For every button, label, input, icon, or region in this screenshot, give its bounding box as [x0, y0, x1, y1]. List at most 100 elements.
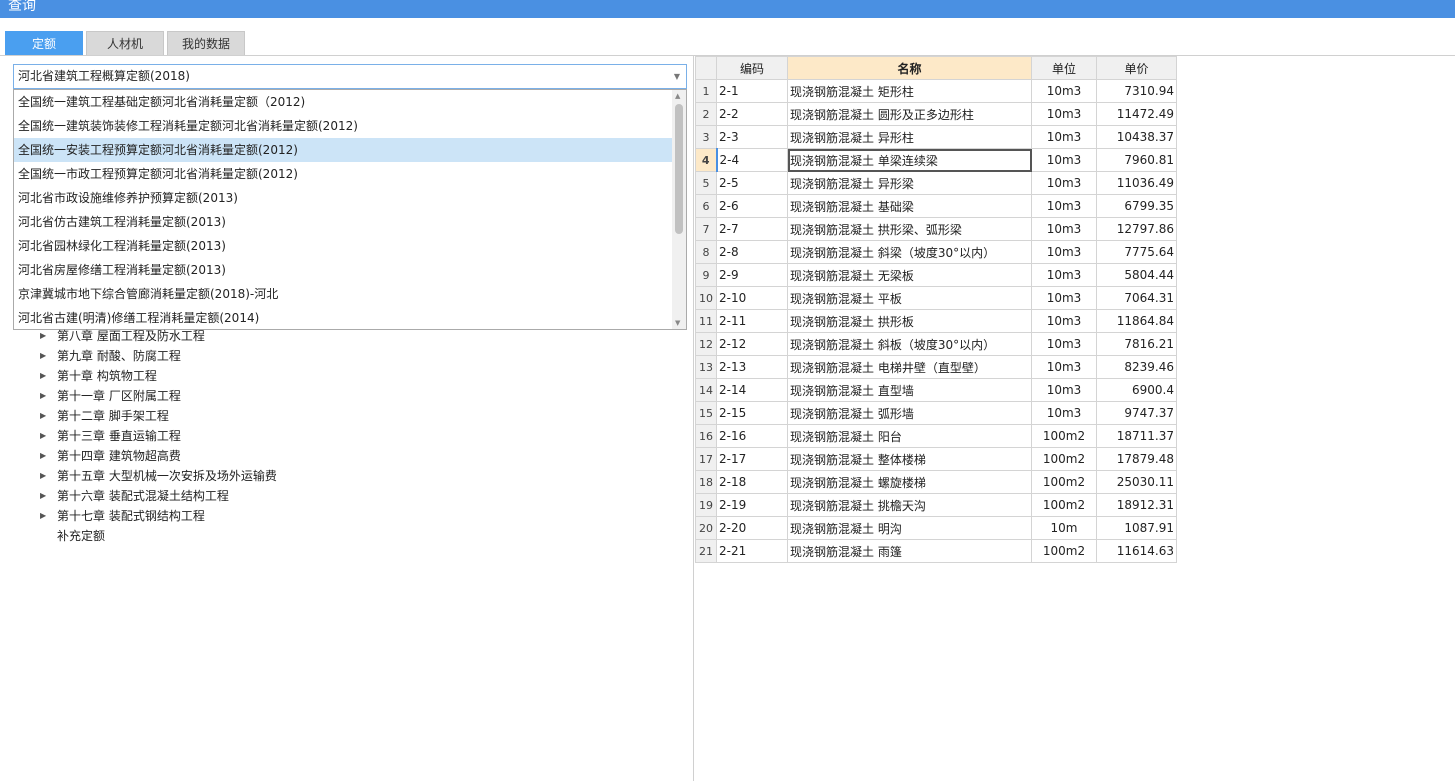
tree-item[interactable]: ▶补充定额 [38, 526, 277, 546]
dropdown-option[interactable]: 全国统一市政工程预算定额河北省消耗量定额(2012) [14, 162, 672, 186]
row-number[interactable]: 18 [695, 470, 717, 494]
cell-code[interactable]: 2-2 [716, 102, 788, 126]
cell-price[interactable]: 7816.21 [1096, 332, 1177, 356]
dropdown-option[interactable]: 河北省园林绿化工程消耗量定额(2013) [14, 234, 672, 258]
row-number[interactable]: 1 [695, 79, 717, 103]
row-number[interactable]: 3 [695, 125, 717, 149]
cell-code[interactable]: 2-14 [716, 378, 788, 402]
cell-price[interactable]: 7064.31 [1096, 286, 1177, 310]
cell-name[interactable]: 现浇钢筋混凝土 直型墙 [787, 378, 1032, 402]
tree-item[interactable]: ▶ 第十六章 装配式混凝土结构工程 [38, 486, 277, 506]
table-row[interactable]: 10 2-10 现浇钢筋混凝土 平板 10m3 7064.31 [695, 286, 1177, 310]
cell-code[interactable]: 2-4 [716, 148, 788, 172]
table-row[interactable]: 12 2-12 现浇钢筋混凝土 斜板（坡度30°以内） 10m3 7816.21 [695, 332, 1177, 356]
table-row[interactable]: 8 2-8 现浇钢筋混凝土 斜梁（坡度30°以内） 10m3 7775.64 [695, 240, 1177, 264]
table-row[interactable]: 1 2-1 现浇钢筋混凝土 矩形柱 10m3 7310.94 [695, 79, 1177, 103]
table-row[interactable]: 17 2-17 现浇钢筋混凝土 整体楼梯 100m2 17879.48 [695, 447, 1177, 471]
expand-arrow-icon[interactable]: ▶ [38, 426, 57, 446]
expand-arrow-icon[interactable]: ▶ [38, 346, 57, 366]
cell-price[interactable]: 10438.37 [1096, 125, 1177, 149]
row-number[interactable]: 19 [695, 493, 717, 517]
cell-name[interactable]: 现浇钢筋混凝土 拱形梁、弧形梁 [787, 217, 1032, 241]
cell-name[interactable]: 现浇钢筋混凝土 拱形板 [787, 309, 1032, 333]
tree-item[interactable]: ▶ 第十四章 建筑物超高费 [38, 446, 277, 466]
cell-name[interactable]: 现浇钢筋混凝土 斜板（坡度30°以内） [787, 332, 1032, 356]
cell-code[interactable]: 2-5 [716, 171, 788, 195]
cell-unit[interactable]: 10m3 [1031, 148, 1097, 172]
cell-name[interactable]: 现浇钢筋混凝土 整体楼梯 [787, 447, 1032, 471]
cell-code[interactable]: 2-3 [716, 125, 788, 149]
expand-arrow-icon[interactable]: ▶ [38, 366, 57, 386]
name-column-header[interactable]: 名称 [787, 56, 1032, 80]
expand-arrow-icon[interactable]: ▶ [38, 486, 57, 506]
cell-unit[interactable]: 10m3 [1031, 79, 1097, 103]
cell-code[interactable]: 2-12 [716, 332, 788, 356]
cell-price[interactable]: 6799.35 [1096, 194, 1177, 218]
cell-code[interactable]: 2-9 [716, 263, 788, 287]
scroll-down-icon[interactable]: ▼ [675, 319, 680, 327]
expand-arrow-icon[interactable]: ▶ [38, 326, 57, 346]
cell-code[interactable]: 2-17 [716, 447, 788, 471]
unit-column-header[interactable]: 单位 [1031, 56, 1097, 80]
cell-price[interactable]: 5804.44 [1096, 263, 1177, 287]
row-number[interactable]: 12 [695, 332, 717, 356]
table-row[interactable]: 9 2-9 现浇钢筋混凝土 无梁板 10m3 5804.44 [695, 263, 1177, 287]
cell-name[interactable]: 现浇钢筋混凝土 电梯井壁（直型壁） [787, 355, 1032, 379]
cell-code[interactable]: 2-6 [716, 194, 788, 218]
table-row[interactable]: 7 2-7 现浇钢筋混凝土 拱形梁、弧形梁 10m3 12797.86 [695, 217, 1177, 241]
cell-unit[interactable]: 100m2 [1031, 470, 1097, 494]
cell-unit[interactable]: 10m3 [1031, 171, 1097, 195]
row-number[interactable]: 8 [695, 240, 717, 264]
cell-price[interactable]: 7310.94 [1096, 79, 1177, 103]
cell-unit[interactable]: 10m3 [1031, 263, 1097, 287]
cell-code[interactable]: 2-7 [716, 217, 788, 241]
table-row[interactable]: 16 2-16 现浇钢筋混凝土 阳台 100m2 18711.37 [695, 424, 1177, 448]
cell-price[interactable]: 11864.84 [1096, 309, 1177, 333]
expand-arrow-icon[interactable]: ▶ [38, 506, 57, 526]
cell-price[interactable]: 18711.37 [1096, 424, 1177, 448]
dropdown-option[interactable]: 京津冀城市地下综合管廊消耗量定额(2018)-河北 [14, 282, 672, 306]
row-number[interactable]: 15 [695, 401, 717, 425]
table-row[interactable]: 6 2-6 现浇钢筋混凝土 基础梁 10m3 6799.35 [695, 194, 1177, 218]
quota-library-select[interactable]: 河北省建筑工程概算定额(2018) ▼ [13, 64, 687, 89]
cell-name[interactable]: 现浇钢筋混凝土 阳台 [787, 424, 1032, 448]
expand-arrow-icon[interactable]: ▶ [38, 446, 57, 466]
expand-arrow-icon[interactable]: ▶ [38, 406, 57, 426]
code-column-header[interactable]: 编码 [716, 56, 788, 80]
cell-price[interactable]: 12797.86 [1096, 217, 1177, 241]
price-column-header[interactable]: 单价 [1096, 56, 1177, 80]
cell-price[interactable]: 7775.64 [1096, 240, 1177, 264]
row-number[interactable]: 4 [695, 148, 718, 172]
dropdown-option-highlighted[interactable]: 全国统一安装工程预算定额河北省消耗量定额(2012) [14, 138, 672, 162]
table-row[interactable]: 4 2-4 现浇钢筋混凝土 单梁连续梁 10m3 7960.81 [695, 148, 1177, 172]
cell-name[interactable]: 现浇钢筋混凝土 螺旋楼梯 [787, 470, 1032, 494]
row-number[interactable]: 16 [695, 424, 717, 448]
row-number[interactable]: 2 [695, 102, 717, 126]
cell-price[interactable]: 7960.81 [1096, 148, 1177, 172]
dropdown-scrollbar[interactable]: ▲ ▼ [672, 90, 686, 329]
tab-my-data[interactable]: 我的数据 [167, 31, 245, 56]
scrollbar-thumb[interactable] [675, 104, 683, 234]
cell-code[interactable]: 2-18 [716, 470, 788, 494]
cell-name[interactable]: 现浇钢筋混凝土 圆形及正多边形柱 [787, 102, 1032, 126]
row-number[interactable]: 7 [695, 217, 717, 241]
cell-name[interactable]: 现浇钢筋混凝土 基础梁 [787, 194, 1032, 218]
scroll-up-icon[interactable]: ▲ [675, 92, 680, 100]
cell-price[interactable]: 11472.49 [1096, 102, 1177, 126]
tab-quota[interactable]: 定额 [5, 31, 83, 56]
row-number[interactable]: 11 [695, 309, 717, 333]
dropdown-option[interactable]: 全国统一建筑工程基础定额河北省消耗量定额（2012) [14, 90, 672, 114]
dropdown-option[interactable]: 全国统一建筑装饰装修工程消耗量定额河北省消耗量定额(2012) [14, 114, 672, 138]
cell-name[interactable]: 现浇钢筋混凝土 雨篷 [787, 539, 1032, 563]
row-number[interactable]: 6 [695, 194, 717, 218]
cell-unit[interactable]: 10m3 [1031, 401, 1097, 425]
cell-name[interactable]: 现浇钢筋混凝土 明沟 [787, 516, 1032, 540]
expand-arrow-icon[interactable]: ▶ [38, 466, 57, 486]
table-row[interactable]: 14 2-14 现浇钢筋混凝土 直型墙 10m3 6900.4 [695, 378, 1177, 402]
cell-price[interactable]: 25030.11 [1096, 470, 1177, 494]
tree-item[interactable]: ▶ 第八章 屋面工程及防水工程 [38, 326, 277, 346]
cell-unit[interactable]: 10m3 [1031, 125, 1097, 149]
table-row[interactable]: 21 2-21 现浇钢筋混凝土 雨篷 100m2 11614.63 [695, 539, 1177, 563]
row-number[interactable]: 21 [695, 539, 717, 563]
cell-unit[interactable]: 10m3 [1031, 286, 1097, 310]
